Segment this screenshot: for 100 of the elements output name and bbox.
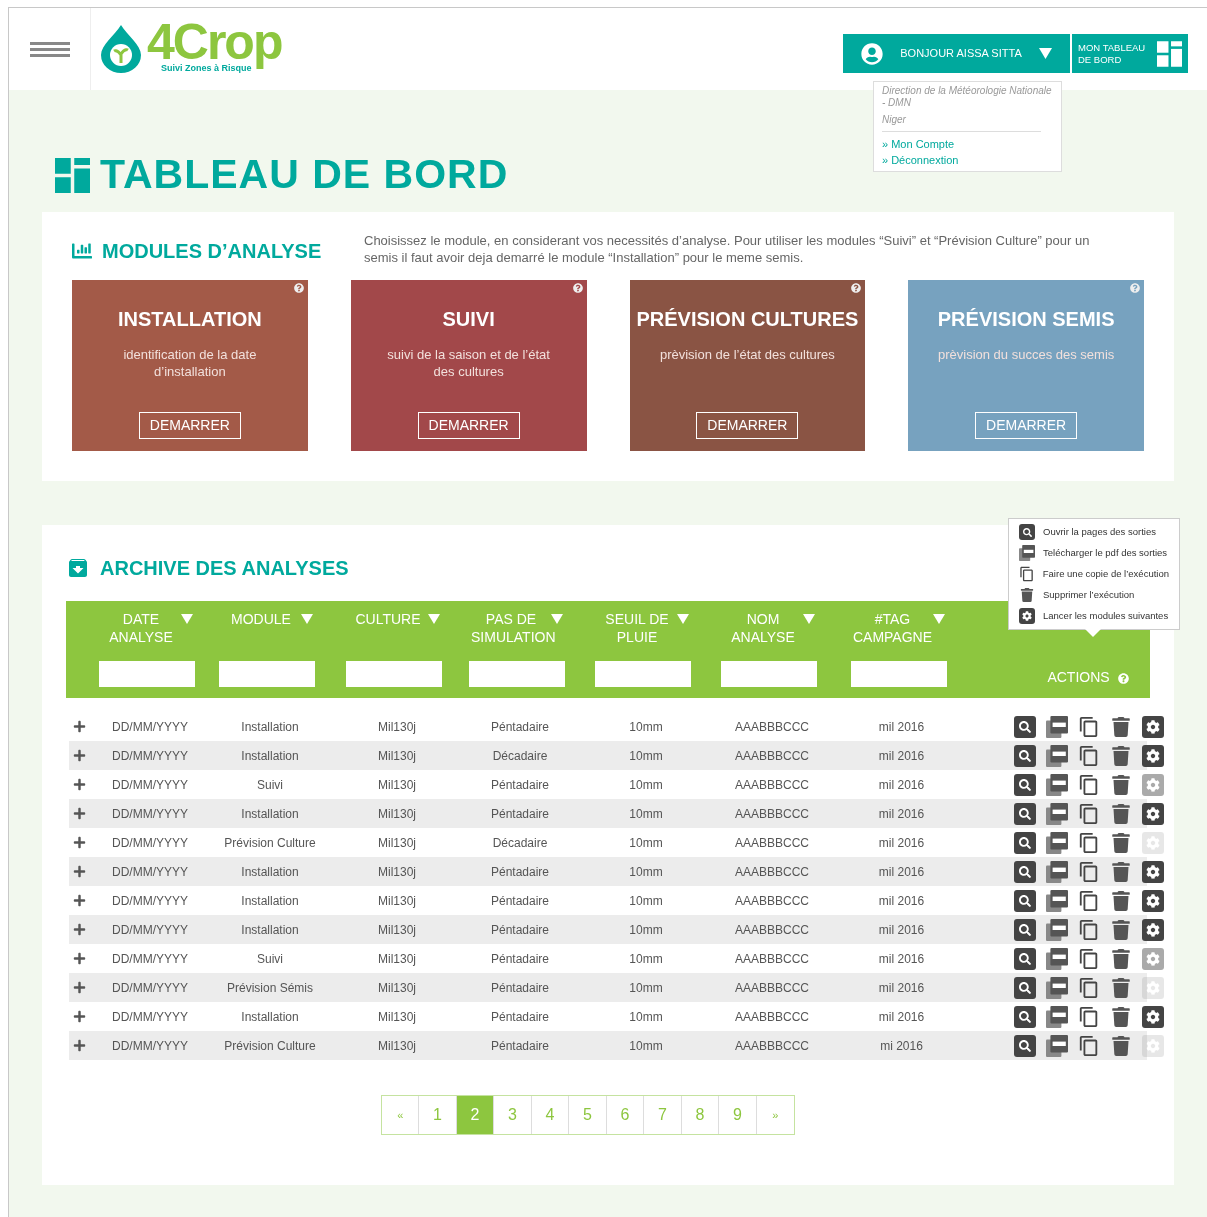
copy-icon[interactable] bbox=[1078, 976, 1100, 999]
gear-icon[interactable] bbox=[1142, 860, 1164, 883]
copy-icon[interactable] bbox=[1019, 566, 1035, 582]
page-button[interactable]: 4 bbox=[531, 1096, 570, 1134]
column-header[interactable]: MODULE bbox=[221, 610, 301, 628]
gear-icon[interactable] bbox=[1142, 744, 1164, 767]
filter-field[interactable] bbox=[595, 661, 691, 687]
page-button[interactable]: 1 bbox=[419, 1096, 457, 1134]
dashboard-button[interactable]: MON TABLEAU DE BORD bbox=[1072, 34, 1188, 73]
user-menu-button[interactable]: BONJOUR AISSA SITTA bbox=[843, 34, 1070, 73]
page-button[interactable]: 7 bbox=[644, 1096, 682, 1134]
filter-field[interactable] bbox=[850, 661, 947, 687]
trash-icon[interactable] bbox=[1110, 1034, 1132, 1057]
copy-icon[interactable] bbox=[1078, 802, 1100, 825]
page-button[interactable]: 2 bbox=[456, 1096, 495, 1134]
copy-icon[interactable] bbox=[1078, 860, 1100, 883]
copy-icon[interactable] bbox=[1078, 1034, 1100, 1057]
trash-icon[interactable] bbox=[1110, 715, 1132, 738]
expand-icon[interactable] bbox=[73, 894, 86, 907]
expand-icon[interactable] bbox=[73, 865, 86, 878]
gear-icon[interactable] bbox=[1142, 918, 1164, 941]
trash-icon[interactable] bbox=[1110, 1005, 1132, 1028]
copy-icon[interactable] bbox=[1078, 715, 1100, 738]
pdf-icon[interactable] bbox=[1046, 802, 1068, 825]
gear-icon[interactable] bbox=[1142, 1005, 1164, 1028]
trash-icon[interactable] bbox=[1019, 587, 1035, 603]
search-icon[interactable] bbox=[1014, 918, 1036, 941]
search-icon[interactable] bbox=[1014, 889, 1036, 912]
pdf-icon[interactable] bbox=[1046, 976, 1068, 999]
search-icon[interactable] bbox=[1014, 831, 1036, 854]
expand-icon[interactable] bbox=[73, 952, 86, 965]
expand-icon[interactable] bbox=[73, 923, 86, 936]
gear-icon[interactable] bbox=[1142, 889, 1164, 912]
copy-icon[interactable] bbox=[1078, 773, 1100, 796]
pdf-icon[interactable] bbox=[1046, 947, 1068, 970]
page-button[interactable]: 9 bbox=[719, 1096, 757, 1134]
copy-icon[interactable] bbox=[1078, 947, 1100, 970]
search-icon[interactable] bbox=[1014, 947, 1036, 970]
page-button[interactable]: 8 bbox=[681, 1096, 720, 1134]
start-button[interactable]: DEMARRER bbox=[696, 412, 799, 439]
caret-icon[interactable] bbox=[1039, 48, 1052, 59]
search-icon[interactable] bbox=[1014, 1034, 1036, 1057]
column-header[interactable]: SEUIL DE PLUIE bbox=[597, 610, 677, 646]
column-header[interactable]: CULTURE bbox=[348, 610, 428, 628]
copy-icon[interactable] bbox=[1078, 1005, 1100, 1028]
expand-icon[interactable] bbox=[73, 807, 86, 820]
trash-icon[interactable] bbox=[1110, 773, 1132, 796]
filter-field[interactable] bbox=[721, 661, 817, 687]
search-icon[interactable] bbox=[1014, 976, 1036, 999]
copy-icon[interactable] bbox=[1078, 889, 1100, 912]
page-button[interactable]: 3 bbox=[494, 1096, 532, 1134]
filter-field[interactable] bbox=[469, 661, 565, 687]
trash-icon[interactable] bbox=[1110, 744, 1132, 767]
gear-icon[interactable] bbox=[1019, 608, 1035, 624]
search-icon[interactable] bbox=[1014, 773, 1036, 796]
trash-icon[interactable] bbox=[1110, 831, 1132, 854]
pdf-icon[interactable] bbox=[1046, 773, 1068, 796]
copy-icon[interactable] bbox=[1078, 918, 1100, 941]
pdf-icon[interactable] bbox=[1046, 744, 1068, 767]
search-icon[interactable] bbox=[1014, 860, 1036, 883]
page-button[interactable]: 6 bbox=[606, 1096, 645, 1134]
expand-icon[interactable] bbox=[73, 1039, 86, 1052]
pdf-icon[interactable] bbox=[1046, 1034, 1068, 1057]
trash-icon[interactable] bbox=[1110, 889, 1132, 912]
filter-field[interactable] bbox=[346, 661, 442, 687]
next-page-button[interactable]: » bbox=[756, 1096, 794, 1134]
page-button[interactable]: 5 bbox=[569, 1096, 607, 1134]
pdf-icon[interactable] bbox=[1046, 1005, 1068, 1028]
trash-icon[interactable] bbox=[1110, 947, 1132, 970]
trash-icon[interactable] bbox=[1110, 802, 1132, 825]
copy-icon[interactable] bbox=[1078, 831, 1100, 854]
pdf-icon[interactable] bbox=[1046, 918, 1068, 941]
column-header[interactable]: NOM ANALYSE bbox=[723, 610, 803, 646]
trash-icon[interactable] bbox=[1110, 918, 1132, 941]
column-header[interactable]: DATE ANALYSE bbox=[101, 610, 181, 646]
expand-icon[interactable] bbox=[73, 778, 86, 791]
trash-icon[interactable] bbox=[1110, 976, 1132, 999]
search-icon[interactable] bbox=[1019, 524, 1035, 540]
start-button[interactable]: DEMARRER bbox=[417, 412, 520, 439]
gear-icon[interactable] bbox=[1142, 715, 1164, 738]
pdf-icon[interactable] bbox=[1046, 831, 1068, 854]
search-icon[interactable] bbox=[1014, 802, 1036, 825]
column-header[interactable]: #TAG CAMPAGNE bbox=[852, 610, 933, 646]
pdf-icon[interactable] bbox=[1046, 889, 1068, 912]
account-link[interactable]: » Déconnextion bbox=[882, 152, 1053, 168]
filter-field[interactable] bbox=[219, 661, 315, 687]
start-button[interactable]: DEMARRER bbox=[138, 412, 241, 439]
filter-field[interactable] bbox=[99, 661, 195, 687]
pdf-icon[interactable] bbox=[1019, 545, 1035, 561]
help-icon[interactable] bbox=[851, 283, 862, 293]
expand-icon[interactable] bbox=[73, 1010, 86, 1023]
trash-icon[interactable] bbox=[1110, 860, 1132, 883]
pdf-icon[interactable] bbox=[1046, 860, 1068, 883]
previous-page-button[interactable]: « bbox=[382, 1096, 420, 1134]
copy-icon[interactable] bbox=[1078, 744, 1100, 767]
gear-icon[interactable] bbox=[1142, 802, 1164, 825]
pdf-icon[interactable] bbox=[1046, 715, 1068, 738]
expand-icon[interactable] bbox=[73, 836, 86, 849]
start-button[interactable]: DEMARRER bbox=[975, 412, 1078, 439]
search-icon[interactable] bbox=[1014, 744, 1036, 767]
